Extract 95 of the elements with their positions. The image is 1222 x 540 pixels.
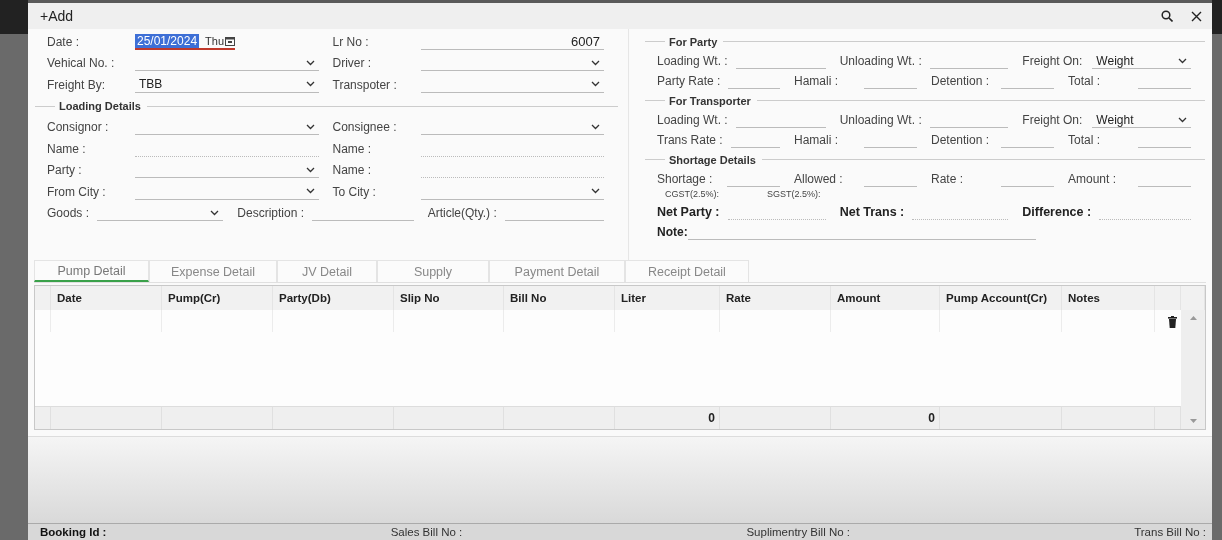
field-label: Detention : [931,74,991,88]
section-title: For Transporter [669,94,751,107]
total-cell: 0 [615,406,720,429]
status-label: Sales Bill No : [390,526,463,538]
field-label: Consignee : [332,120,398,135]
tab[interactable]: Payment Detail [489,260,625,282]
column-header[interactable]: Notes [1062,286,1155,310]
tax-label: CGST(2.5%): [665,189,719,201]
field-label: Rate : [931,172,964,186]
field-label: Lr No : [332,34,370,49]
status-label: Trans Bill No : [1134,526,1206,538]
column-header[interactable]: Bill No [504,286,615,310]
caret-icon [305,81,315,88]
field-label: Name : [47,141,87,156]
field-label: Name : [332,141,373,156]
caret-icon [591,123,600,130]
tab[interactable]: Pump Detail [34,260,149,282]
close-icon[interactable] [1191,10,1202,22]
calendar-icon[interactable] [225,35,235,46]
field-label: Party : [47,163,83,178]
column-header[interactable]: Pump Account(Cr) [940,286,1062,310]
field-label: Transpoter : [332,77,398,92]
field-label: Hamali : [794,133,839,147]
column-header[interactable]: Amount [831,286,940,310]
field-label: Date : [47,34,80,49]
field-label: Total : [1068,74,1101,88]
field-label: Hamali : [794,74,839,88]
field-label: Net Party : [657,204,720,219]
column-header[interactable]: Liter [615,286,720,310]
table-cell [35,406,51,429]
column-header[interactable]: Slip No [394,286,504,310]
field-label: Freight On: [1022,54,1084,68]
tab[interactable]: Expense Detail [149,260,277,282]
caret-icon [305,188,315,195]
field-label: Unloading Wt. : [839,54,922,68]
section-title: Loading Details [59,100,141,112]
field-label: To City : [332,184,377,199]
column-header[interactable]: Rate [720,286,831,310]
field-label: Article(Qty.) : [427,206,497,221]
weekday-text: Thu [205,34,225,47]
window-title: +Add [40,8,74,24]
tab[interactable]: Receipt Detail [625,260,749,282]
field-label: Difference : [1022,204,1092,219]
caret-icon [210,209,220,216]
field-label: Description : [237,206,305,221]
date-field[interactable]: 25/01/2024 [135,33,200,48]
caret-icon [591,59,600,66]
search-icon[interactable] [1161,10,1173,22]
caret-icon [591,188,600,195]
column-header[interactable]: Party(Db) [273,286,394,310]
field-label: Freight On: [1022,113,1084,127]
field-label: From City : [47,184,107,199]
tab[interactable]: JV Detail [277,260,377,282]
tax-label: SGST(2.5%): [767,189,821,201]
trash-icon[interactable] [1168,316,1177,328]
status-label: Suplimentry Bill No : [746,526,850,538]
field-label: Detention : [931,133,991,147]
caret-icon [305,59,315,66]
input-field[interactable]: 6007 [420,33,604,50]
caret-icon [591,81,600,88]
field-label: Allowed : [794,172,844,186]
caret-icon [1178,116,1187,123]
field-label: Consignor : [47,120,110,135]
dropdown-field[interactable]: Weight [1092,112,1191,128]
scrollbar[interactable] [1181,310,1205,429]
field-label: Party Rate : [657,74,721,88]
table-cell [1155,406,1181,429]
section-title: For Party [669,35,718,48]
status-label: Booking Id : [40,526,107,538]
scroll-up-icon[interactable] [1189,316,1197,320]
caret-icon [305,123,315,130]
caret-icon [305,166,315,173]
field-label: Note: [657,225,688,239]
tab[interactable]: Supply [377,260,489,282]
dropdown-field[interactable]: TBB [135,76,319,93]
section-title: Shortage Details [669,153,756,166]
scroll-down-icon[interactable] [1189,419,1197,423]
caret-icon [1178,57,1187,64]
field-label: Goods : [47,206,90,221]
field-label: Name : [332,163,373,178]
field-label: Unloading Wt. : [839,113,922,127]
field-label: Net Trans : [839,204,905,219]
field-label: Total : [1068,133,1101,147]
field-label: Loading Wt. : [657,54,728,68]
field-label: Driver : [332,56,373,71]
field-label: Vehical No. : [47,56,116,71]
field-label: Amount : [1068,172,1118,186]
column-header[interactable]: Date [51,286,162,310]
field-label: Trans Rate : [657,133,723,147]
field-label: Freight By: [47,77,107,92]
dropdown-field[interactable]: Weight [1092,53,1191,69]
field-label: Loading Wt. : [657,113,728,127]
total-cell: 0 [831,406,940,429]
column-header[interactable]: Pump(Cr) [162,286,273,310]
field-label: Shortage : [657,172,714,186]
